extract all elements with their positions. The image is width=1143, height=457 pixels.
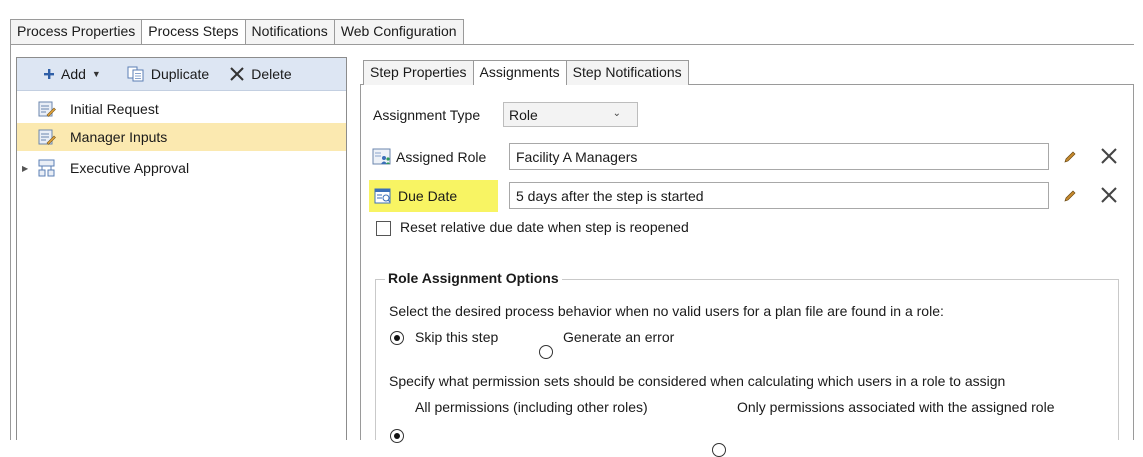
assigned-role-permissions-radio[interactable] bbox=[712, 443, 726, 457]
assigned-role-field[interactable]: Facility A Managers bbox=[509, 143, 1049, 170]
generate-error-radio[interactable] bbox=[539, 345, 553, 359]
step-list-panel: Add ▼ Duplicate Delete Initial Request M… bbox=[16, 57, 347, 440]
tab-assignments[interactable]: Assignments bbox=[472, 60, 567, 85]
step-edit-icon bbox=[38, 101, 56, 117]
delete-button[interactable]: Delete bbox=[223, 61, 297, 87]
no-users-prompt: Select the desired process behavior when… bbox=[389, 303, 944, 319]
due-date-value: 5 days after the step is started bbox=[516, 187, 704, 204]
due-date-label: Due Date bbox=[398, 188, 458, 204]
step-edit-icon bbox=[38, 129, 56, 145]
plus-icon bbox=[44, 69, 54, 79]
skip-step-label: Skip this step bbox=[415, 329, 499, 345]
clear-x-icon[interactable] bbox=[1100, 186, 1118, 204]
role-users-icon bbox=[372, 148, 391, 165]
edit-pencil-icon[interactable] bbox=[1063, 189, 1077, 203]
assignment-type-value: Role bbox=[509, 106, 538, 123]
calendar-icon bbox=[374, 188, 391, 204]
tree-item-label: Initial Request bbox=[70, 101, 159, 117]
assigned-role-label-group: Assigned Role bbox=[372, 148, 486, 166]
tree-item-initial-request[interactable]: Initial Request bbox=[17, 95, 346, 123]
add-button[interactable]: Add ▼ bbox=[37, 61, 107, 87]
assignment-type-select[interactable]: Role ⌄ bbox=[503, 102, 638, 127]
assignment-type-label: Assignment Type bbox=[373, 107, 481, 123]
tab-process-steps[interactable]: Process Steps bbox=[141, 19, 246, 44]
step-tab-strip: Step Properties Assignments Step Notific… bbox=[363, 60, 689, 85]
top-tab-strip: Process Properties Process Steps Notific… bbox=[10, 19, 464, 44]
due-date-field[interactable]: 5 days after the step is started bbox=[509, 182, 1049, 209]
generate-error-label: Generate an error bbox=[563, 329, 675, 345]
tab-notifications[interactable]: Notifications bbox=[245, 19, 335, 44]
add-button-label: Add bbox=[61, 66, 86, 82]
duplicate-icon bbox=[127, 66, 144, 82]
tree-item-label: Manager Inputs bbox=[70, 129, 168, 145]
approval-step-icon bbox=[38, 159, 55, 177]
clear-x-icon[interactable] bbox=[1100, 147, 1118, 165]
all-permissions-radio[interactable] bbox=[390, 429, 404, 443]
role-assignment-options-title: Role Assignment Options bbox=[385, 270, 562, 286]
chevron-down-icon: ⌄ bbox=[612, 108, 621, 119]
tree-item-executive-approval[interactable]: ▶ Executive Approval bbox=[17, 154, 346, 182]
duplicate-button-label: Duplicate bbox=[150, 66, 210, 82]
delete-button-label: Delete bbox=[251, 66, 292, 82]
tab-web-configuration[interactable]: Web Configuration bbox=[334, 19, 464, 44]
tab-process-properties[interactable]: Process Properties bbox=[10, 19, 143, 44]
tab-step-notifications[interactable]: Step Notifications bbox=[566, 60, 689, 85]
edit-pencil-icon[interactable] bbox=[1063, 150, 1077, 164]
assigned-role-permissions-label: Only permissions associated with the ass… bbox=[737, 399, 1055, 415]
step-toolbar: Add ▼ Duplicate Delete bbox=[17, 58, 346, 91]
chevron-down-icon: ▼ bbox=[91, 69, 101, 79]
tree-item-label: Executive Approval bbox=[70, 160, 190, 176]
tab-step-properties[interactable]: Step Properties bbox=[363, 60, 474, 85]
reset-due-date-label: Reset relative due date when step is reo… bbox=[400, 219, 689, 235]
due-date-label-group: Due Date bbox=[374, 188, 457, 204]
duplicate-button[interactable]: Duplicate bbox=[121, 61, 215, 87]
reset-due-date-checkbox[interactable] bbox=[376, 221, 391, 236]
all-permissions-label: All permissions (including other roles) bbox=[415, 399, 648, 415]
assigned-role-label: Assigned Role bbox=[396, 149, 487, 165]
skip-step-radio[interactable] bbox=[390, 331, 404, 345]
tree-item-manager-inputs[interactable]: Manager Inputs bbox=[17, 123, 346, 151]
delete-x-icon bbox=[230, 67, 244, 81]
permissions-prompt: Specify what permission sets should be c… bbox=[389, 373, 1006, 389]
expand-arrow-icon[interactable]: ▶ bbox=[22, 164, 32, 173]
assigned-role-value: Facility A Managers bbox=[516, 148, 638, 165]
